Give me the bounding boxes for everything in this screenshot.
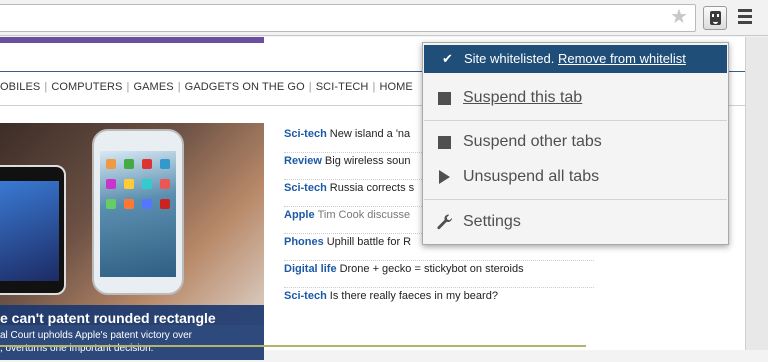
menu-divider [424, 120, 727, 121]
hero-title[interactable]: e can't patent rounded rectangle [0, 310, 262, 326]
whitelist-status-bar: ✔ Site whitelisted. Remove from whitelis… [424, 45, 727, 73]
phone-image-right [92, 129, 184, 295]
unsuspend-all-tabs-item[interactable]: Unsuspend all tabs [435, 165, 725, 189]
wrench-icon [435, 210, 457, 234]
suspend-this-tab-item[interactable]: Suspend this tab [435, 86, 725, 110]
hero-story[interactable]: e can't patent rounded rectangle al Cour… [0, 123, 264, 362]
stop-square-icon [435, 130, 457, 154]
browser-toolbar: ★ [0, 0, 768, 36]
page-scrollbar[interactable] [745, 37, 768, 350]
nav-item[interactable]: SCI-TECH [316, 81, 369, 93]
headline-item[interactable]: Digital life Drone + gecko = stickybot on… [284, 261, 594, 288]
site-accent-bar [0, 37, 264, 43]
headline-item[interactable]: Sci-tech Is there really faeces in my bea… [284, 288, 594, 315]
bookmark-star-icon[interactable]: ★ [670, 7, 688, 27]
play-triangle-icon [435, 165, 457, 189]
remove-from-whitelist-link[interactable]: Remove from whitelist [558, 51, 686, 66]
checkmark-icon: ✔ [442, 51, 453, 66]
chrome-menu-icon[interactable] [738, 9, 752, 25]
nav-item[interactable]: GADGETS ON THE GO [185, 81, 305, 93]
suspender-popup: ✔ Site whitelisted. Remove from whitelis… [422, 42, 729, 245]
settings-item[interactable]: Settings [435, 210, 725, 234]
suspender-face-icon [710, 11, 721, 25]
stop-square-icon [435, 86, 457, 110]
address-bar[interactable] [0, 4, 696, 32]
browser-window: ★ OBILES | COMPUTERS | GAMES | GADGETS ON THE … [0, 0, 768, 360]
nav-item[interactable]: HOME [379, 81, 412, 93]
hero-subtitle: al Court upholds Apple's patent victory … [0, 330, 193, 354]
nav-item[interactable]: COMPUTERS [51, 81, 122, 93]
nav-item[interactable]: GAMES [133, 81, 173, 93]
whitelist-status-text: Site whitelisted. [464, 51, 555, 66]
hero-image [0, 123, 264, 325]
suspend-other-tabs-item[interactable]: Suspend other tabs [435, 130, 725, 154]
the-great-suspender-extension-button[interactable] [703, 6, 727, 30]
nav-item[interactable]: OBILES [0, 81, 40, 93]
phone-image-left [0, 165, 66, 295]
hero-caption: e can't patent rounded rectangle al Cour… [0, 305, 264, 360]
site-nav: OBILES | COMPUTERS | GAMES | GADGETS ON THE GO… [0, 81, 413, 93]
content-bottom-rule [0, 345, 586, 347]
menu-divider [424, 199, 727, 200]
